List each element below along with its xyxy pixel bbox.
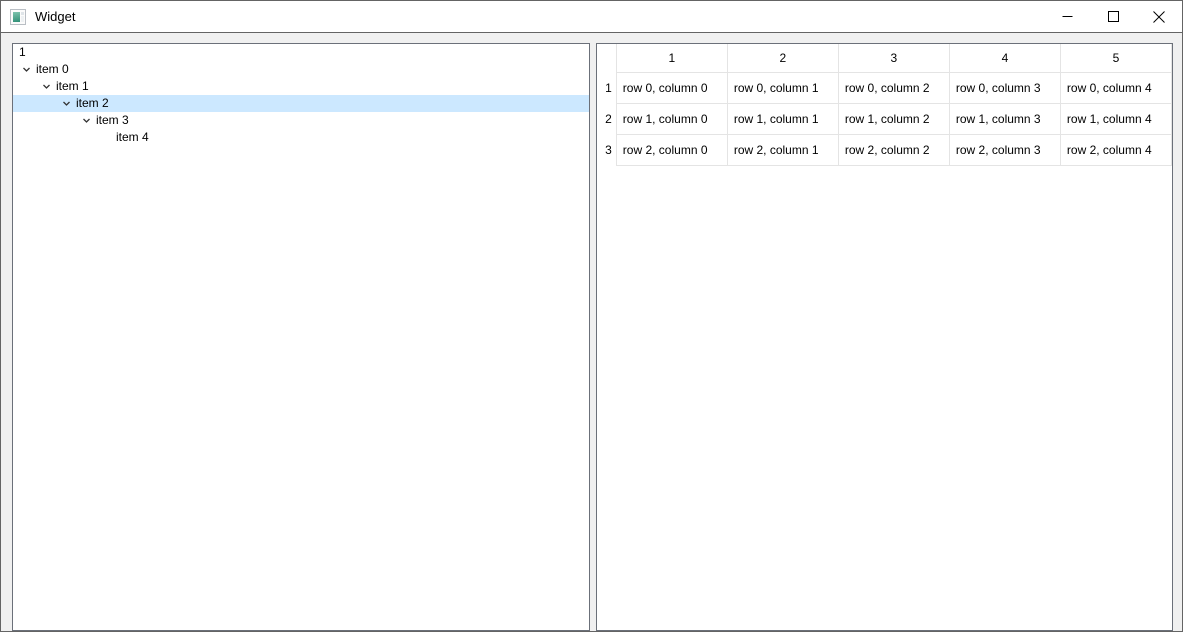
close-icon	[1153, 10, 1165, 23]
window-title: Widget	[35, 8, 76, 24]
chevron-down-icon	[82, 118, 90, 123]
table-row-header[interactable]: 1	[597, 72, 617, 104]
table-column-header[interactable]: 4	[948, 44, 1061, 73]
tree-item-label: item 0	[36, 62, 69, 76]
chevron-down-icon[interactable]	[59, 95, 73, 112]
table-cell[interactable]: row 0, column 1	[726, 72, 839, 104]
table-cell[interactable]: row 1, column 4	[1059, 103, 1172, 135]
table-cell[interactable]: row 2, column 1	[726, 134, 839, 166]
tree-rows: item 0 item 1 item 2 item 3 item 4	[13, 61, 589, 146]
widget-window: Widget 1 item 0 item 1 item 2 item 3 ite…	[0, 0, 1183, 632]
table-head: 12345	[597, 44, 1172, 73]
tree-item-item-4[interactable]: item 4	[13, 129, 589, 146]
table-row: 1 row 0, column 0 row 0, column 1 row 0, co…	[597, 72, 1172, 104]
table-view-panel[interactable]: 12345 1 row 0, column 0 row 0, column 1 row…	[596, 43, 1173, 631]
chevron-down-icon	[62, 101, 70, 106]
table-cell[interactable]: row 0, column 2	[837, 72, 950, 104]
table-cell[interactable]: row 1, column 2	[837, 103, 950, 135]
minimize-icon	[1062, 16, 1072, 17]
maximize-icon	[1107, 11, 1119, 22]
tree-item-item-0[interactable]: item 0	[13, 61, 589, 78]
chevron-down-icon[interactable]	[19, 61, 33, 78]
table-cell[interactable]: row 0, column 3	[948, 72, 1061, 104]
data-table: 12345 1 row 0, column 0 row 0, column 1 row…	[597, 44, 1172, 166]
table-cell[interactable]: row 1, column 3	[948, 103, 1061, 135]
table-cell[interactable]: row 0, column 4	[1059, 72, 1172, 104]
tree-item-item-3[interactable]: item 3	[13, 112, 589, 129]
tree-header-column-1[interactable]: 1	[13, 44, 589, 61]
chevron-down-icon[interactable]	[39, 78, 53, 95]
tree-view-panel[interactable]: 1 item 0 item 1 item 2 item 3 item 4	[12, 43, 590, 631]
window-content: 1 item 0 item 1 item 2 item 3 item 4 12345 1…	[1, 33, 1182, 631]
chevron-down-icon	[42, 84, 50, 89]
table-corner-cell	[597, 44, 617, 73]
table-column-header[interactable]: 1	[615, 44, 728, 73]
title-bar-left: Widget	[1, 8, 76, 25]
tree-item-item-1[interactable]: item 1	[13, 78, 589, 95]
table-cell[interactable]: row 1, column 1	[726, 103, 839, 135]
chevron-down-icon	[22, 67, 30, 72]
table-row: 2 row 1, column 0 row 1, column 1 row 1, co…	[597, 103, 1172, 135]
window-controls	[1044, 1, 1182, 32]
table-body: 1 row 0, column 0 row 0, column 1 row 0, co…	[597, 72, 1172, 166]
tree-item-label: item 4	[116, 130, 149, 144]
chevron-down-icon[interactable]	[79, 112, 93, 129]
table-cell[interactable]: row 0, column 0	[615, 72, 728, 104]
widget-app-icon	[10, 8, 26, 25]
tree-item-label: item 3	[96, 113, 129, 127]
table-cell[interactable]: row 2, column 2	[837, 134, 950, 166]
minimize-button[interactable]	[1044, 1, 1090, 32]
tree-item-item-2[interactable]: item 2	[13, 95, 589, 112]
maximize-button[interactable]	[1090, 1, 1136, 32]
table-row-header[interactable]: 3	[597, 134, 617, 166]
tree-item-label: item 1	[56, 79, 89, 93]
table-column-header[interactable]: 2	[726, 44, 839, 73]
table-row: 3 row 2, column 0 row 2, column 1 row 2, co…	[597, 134, 1172, 166]
table-cell[interactable]: row 2, column 3	[948, 134, 1061, 166]
table-row-header[interactable]: 2	[597, 103, 617, 135]
close-button[interactable]	[1136, 1, 1182, 32]
table-cell[interactable]: row 2, column 0	[615, 134, 728, 166]
tree-item-label: item 2	[76, 96, 109, 110]
table-scroll-area: 12345 1 row 0, column 0 row 0, column 1 row…	[597, 44, 1172, 630]
table-cell[interactable]: row 2, column 4	[1059, 134, 1172, 166]
table-cell[interactable]: row 1, column 0	[615, 103, 728, 135]
title-bar: Widget	[1, 1, 1182, 33]
table-column-header[interactable]: 5	[1059, 44, 1172, 73]
table-header-row: 12345	[597, 44, 1172, 73]
table-column-header[interactable]: 3	[837, 44, 950, 73]
